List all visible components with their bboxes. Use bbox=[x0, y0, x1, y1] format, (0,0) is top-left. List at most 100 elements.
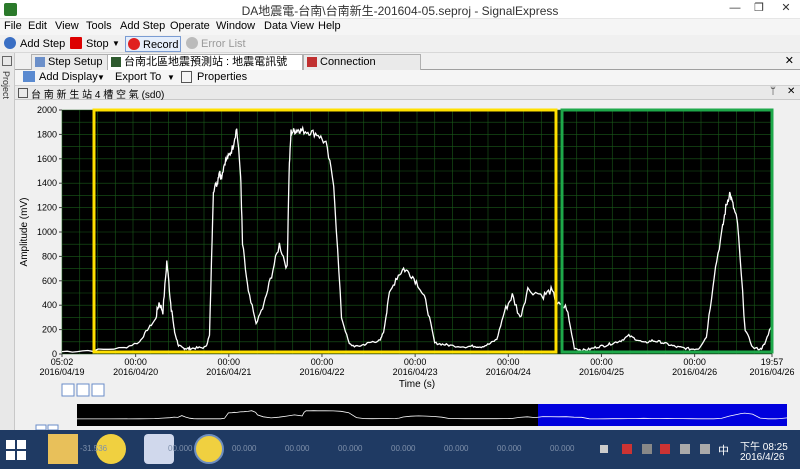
y-tick-label: 400 bbox=[42, 300, 57, 310]
x-tick-time-label: 19:57 bbox=[761, 357, 784, 367]
step-setup-icon bbox=[35, 57, 45, 67]
tray-app-icon[interactable] bbox=[642, 444, 652, 454]
x-tick-date-label: 2016/04/25 bbox=[579, 367, 624, 377]
tab-strip: Step Setup 台南北區地震預測站 : 地震電訊號 Connection … bbox=[15, 53, 800, 83]
minimize-button[interactable]: — bbox=[722, 0, 748, 18]
x-tick-date-label: 2016/04/19 bbox=[39, 367, 84, 377]
display-title: 台 南 新 生 站 4 槽 空 氣 (sd0) bbox=[31, 90, 165, 101]
menu-help[interactable]: Help bbox=[318, 20, 341, 32]
menu-file[interactable]: File bbox=[4, 20, 22, 32]
overview-tick: 00.000 bbox=[168, 444, 193, 453]
file-explorer-icon[interactable] bbox=[48, 434, 78, 464]
error-list-button[interactable]: Error List bbox=[201, 36, 246, 52]
tab-connection-diagram[interactable]: Connection Diagram bbox=[303, 54, 421, 83]
properties-icon bbox=[181, 71, 192, 83]
y-tick-label: 1400 bbox=[37, 178, 57, 188]
x-tick-time-label: 00:00 bbox=[404, 357, 427, 367]
close-button[interactable]: ✕ bbox=[772, 0, 800, 18]
add-step-button[interactable]: Add Step bbox=[20, 36, 65, 52]
x-axis-label: Time (s) bbox=[399, 379, 435, 390]
keyboard-icon[interactable] bbox=[700, 444, 710, 454]
title-bar: DA地震電-台南\台南新生-201604-05.seproj - SignalE… bbox=[0, 0, 800, 19]
add-display-chevron-icon[interactable]: ▼ bbox=[97, 73, 105, 82]
tray-alert-icon[interactable] bbox=[660, 444, 670, 454]
x-tick-date-label: 2016/04/21 bbox=[206, 367, 251, 377]
menu-bar: File Edit View Tools Add Step Operate Wi… bbox=[0, 19, 800, 35]
y-tick-label: 1200 bbox=[37, 203, 57, 213]
menu-tools[interactable]: Tools bbox=[86, 20, 112, 32]
y-tick-label: 1000 bbox=[37, 227, 57, 237]
project-panel-label: Project bbox=[1, 71, 11, 100]
stop-dropdown-chevron-icon[interactable]: ▼ bbox=[112, 36, 120, 52]
record-label: Record bbox=[143, 39, 179, 51]
overview-tick: 00.000 bbox=[391, 444, 416, 453]
network-icon[interactable] bbox=[622, 444, 632, 454]
x-tick-time-label: 00:00 bbox=[497, 357, 520, 367]
overview-tick: -31.536 bbox=[80, 444, 108, 453]
signalexpress-task-icon[interactable] bbox=[194, 434, 224, 464]
panel-toggle-icon[interactable] bbox=[2, 56, 12, 66]
maximize-button[interactable]: ❐ bbox=[746, 0, 772, 18]
data-view-icon bbox=[111, 57, 121, 67]
properties-button[interactable]: Properties bbox=[197, 71, 247, 83]
pin-icon[interactable]: ᛘ bbox=[770, 86, 776, 97]
y-tick-label: 600 bbox=[42, 276, 57, 286]
display-header: 台 南 新 生 站 4 槽 空 氣 (sd0) ᛘ ✕ bbox=[15, 86, 800, 101]
x-tick-date-label: 2016/04/26 bbox=[672, 367, 717, 377]
y-tick-label: 200 bbox=[42, 325, 57, 335]
tab-close-icon[interactable]: ✕ bbox=[785, 54, 794, 67]
y-tick-label: 1600 bbox=[37, 154, 57, 164]
volume-icon[interactable] bbox=[680, 444, 690, 454]
zoom-tool-icon[interactable] bbox=[61, 383, 75, 397]
ime-indicator[interactable]: 中 bbox=[718, 442, 729, 458]
stop-button[interactable]: Stop bbox=[86, 36, 109, 52]
overview-tick: 00.000 bbox=[444, 444, 469, 453]
cursor-tool-icon[interactable] bbox=[76, 383, 90, 397]
x-tick-time-label: 00:00 bbox=[311, 357, 334, 367]
overview-selection[interactable] bbox=[538, 404, 787, 426]
graph-icon bbox=[18, 88, 28, 98]
stop-icon bbox=[70, 37, 82, 49]
clock-time[interactable]: 下午 08:25 bbox=[740, 438, 788, 453]
record-icon bbox=[128, 38, 140, 50]
x-tick-date-label: 2016/04/24 bbox=[486, 367, 531, 377]
graph-panel: 0 200 400 600 800 1000 1200 1400 1600 1800 2000 Amp… bbox=[15, 100, 800, 430]
menu-view[interactable]: View bbox=[55, 20, 79, 32]
window-title: DA地震電-台南\台南新生-201604-05.seproj - SignalE… bbox=[241, 4, 559, 18]
windows-start-icon[interactable] bbox=[6, 440, 26, 460]
menu-add-step[interactable]: Add Step bbox=[120, 20, 165, 32]
tab-step-setup[interactable]: Step Setup bbox=[31, 54, 115, 70]
notification-icon[interactable] bbox=[600, 445, 608, 453]
error-list-icon bbox=[186, 37, 198, 49]
pan-hand-icon[interactable] bbox=[91, 383, 105, 397]
connection-diagram-icon bbox=[307, 57, 317, 67]
export-to-chevron-icon[interactable]: ▼ bbox=[167, 73, 175, 82]
x-tick-date-label: 2016/04/22 bbox=[299, 367, 344, 377]
x-tick-time-label: 00:00 bbox=[218, 357, 241, 367]
clock-date[interactable]: 2016/4/26 bbox=[740, 452, 785, 463]
y-tick-label: 800 bbox=[42, 251, 57, 261]
x-tick-time-label: 00:00 bbox=[590, 357, 613, 367]
windows-taskbar: -31.536 00.000 00.000 00.000 00.000 00.0… bbox=[0, 430, 800, 469]
y-tick-label: 1800 bbox=[37, 129, 57, 139]
menu-edit[interactable]: Edit bbox=[28, 20, 47, 32]
x-tick-date-label: 2016/04/23 bbox=[393, 367, 438, 377]
x-tick-time-label: 00:00 bbox=[683, 357, 706, 367]
tab-label: 台南北區地震預測站 : 地震電訊號 bbox=[124, 56, 288, 68]
amplitude-chart[interactable]: 0200400600800100012001400160018002000Amp… bbox=[15, 100, 800, 430]
menu-operate[interactable]: Operate bbox=[170, 20, 210, 32]
record-button[interactable]: Record bbox=[125, 36, 181, 52]
menu-window[interactable]: Window bbox=[216, 20, 255, 32]
add-display-icon bbox=[23, 71, 35, 82]
menu-data-view[interactable]: Data View bbox=[264, 20, 314, 32]
tab-data-view[interactable]: 台南北區地震預測站 : 地震電訊號 bbox=[107, 54, 303, 70]
export-to-button[interactable]: Export To bbox=[115, 71, 161, 83]
overview-tick: 00.000 bbox=[285, 444, 310, 453]
project-side-panel[interactable]: Project bbox=[0, 53, 15, 430]
add-display-button[interactable]: Add Display bbox=[39, 71, 98, 83]
x-tick-date-label: 2016/04/26 bbox=[749, 367, 794, 377]
display-close-icon[interactable]: ✕ bbox=[787, 86, 795, 97]
main-toolbar: Add Step Stop ▼ Record Error List bbox=[0, 35, 800, 53]
display-toolbar: Add Display ▼ Export To ▼ Properties bbox=[15, 70, 800, 86]
add-step-icon bbox=[4, 37, 16, 49]
